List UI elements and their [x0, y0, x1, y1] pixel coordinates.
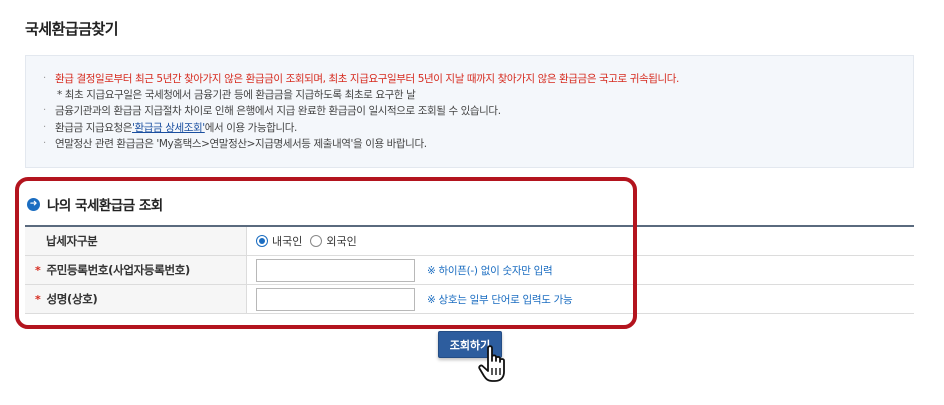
- arrow-circle-icon: ➜: [27, 197, 40, 211]
- form-row-taxpayer-type: 납세자구분 내국인 외국인: [25, 227, 914, 256]
- notice-line-year-end: · 연말정산 관련 환급금은 'My홈택스>연말정산>지급명세서등 제출내역'을…: [43, 136, 913, 152]
- radio-domestic[interactable]: 내국인: [256, 233, 302, 249]
- radio-label: 외국인: [326, 235, 357, 248]
- section-header: ➜ 나의 국세환급금 조회: [27, 194, 163, 214]
- notice-text: 환급 결정일로부터 최근 5년간 찾아가지 않은 환급금이 조회되며, 최초 지…: [55, 73, 679, 85]
- name-label-cell: * 성명(상호): [25, 285, 247, 313]
- required-asterisk-icon: *: [35, 263, 41, 277]
- notice-line-request: · 환급금 지급요청은 '환급금 상세조회' 에서 이용 가능합니다.: [43, 120, 913, 136]
- name-value-cell: ※ 상호는 일부 단어로 입력도 가능: [247, 285, 914, 313]
- radio-unchecked-icon[interactable]: [310, 235, 323, 247]
- rrn-input[interactable]: [256, 258, 415, 282]
- search-form: 납세자구분 내국인 외국인 * 주민등록번호(사업자등록번호) ※ 하이픈(-)…: [25, 225, 914, 314]
- form-row-name: * 성명(상호) ※ 상호는 일부 단어로 입력도 가능: [25, 285, 914, 314]
- notice-line-expiry: · 환급 결정일로부터 최근 5년간 찾아가지 않은 환급금이 조회되며, 최초…: [43, 71, 913, 87]
- notice-text: 금융기관과의 환급금 지급절차 차이로 인해 은행에서 지급 완료한 환급금이 …: [55, 105, 501, 118]
- rrn-label: 주민등록번호(사업자등록번호): [46, 263, 191, 277]
- name-label: 성명(상호): [46, 292, 98, 306]
- notice-box: · 환급 결정일로부터 최근 5년간 찾아가지 않은 환급금이 조회되며, 최초…: [25, 55, 914, 168]
- radio-label: 내국인: [272, 235, 303, 248]
- notice-text: 환급금 지급요청은: [55, 121, 133, 134]
- notice-line-temporary: · 금융기관과의 환급금 지급절차 차이로 인해 은행에서 지급 완료한 환급금…: [43, 103, 913, 119]
- refund-detail-link[interactable]: '환급금 상세조회': [132, 120, 205, 136]
- taxpayer-type-label: 납세자구분: [25, 227, 247, 255]
- notice-line-footnote: * 최초 지급요구일은 국세청에서 금융기관 등에 환급금을 지급하도록 최초로…: [43, 87, 913, 103]
- hand-pointer-icon: [478, 345, 505, 382]
- rrn-value-cell: ※ 하이픈(-) 없이 숫자만 입력: [247, 256, 914, 284]
- notice-text: * 최초 지급요구일은 국세청에서 금융기관 등에 환급금을 지급하도록 최초로…: [57, 89, 416, 102]
- name-input[interactable]: [256, 287, 415, 311]
- required-asterisk-icon: *: [35, 292, 41, 306]
- bullet-icon: ·: [43, 73, 46, 84]
- bullet-icon: ·: [43, 121, 46, 133]
- section-title: 나의 국세환급금 조회: [47, 198, 163, 214]
- notice-text: 에서 이용 가능합니다.: [204, 121, 298, 134]
- radio-checked-icon[interactable]: [256, 235, 268, 247]
- form-row-rrn: * 주민등록번호(사업자등록번호) ※ 하이픈(-) 없이 숫자만 입력: [25, 256, 914, 285]
- bullet-icon: ·: [43, 105, 46, 117]
- rrn-label-cell: * 주민등록번호(사업자등록번호): [25, 256, 247, 284]
- radio-foreigner[interactable]: 외국인: [310, 233, 357, 249]
- page-title: 국세환급금찾기: [25, 20, 119, 38]
- name-hint: ※ 상호는 일부 단어로 입력도 가능: [427, 293, 573, 306]
- notice-text: 연말정산 관련 환급금은 'My홈택스>연말정산>지급명세서등 제출내역'을 이…: [55, 137, 427, 150]
- taxpayer-type-options: 내국인 외국인: [247, 227, 914, 255]
- bullet-icon: ·: [43, 137, 46, 149]
- rrn-hint: ※ 하이픈(-) 없이 숫자만 입력: [427, 264, 553, 277]
